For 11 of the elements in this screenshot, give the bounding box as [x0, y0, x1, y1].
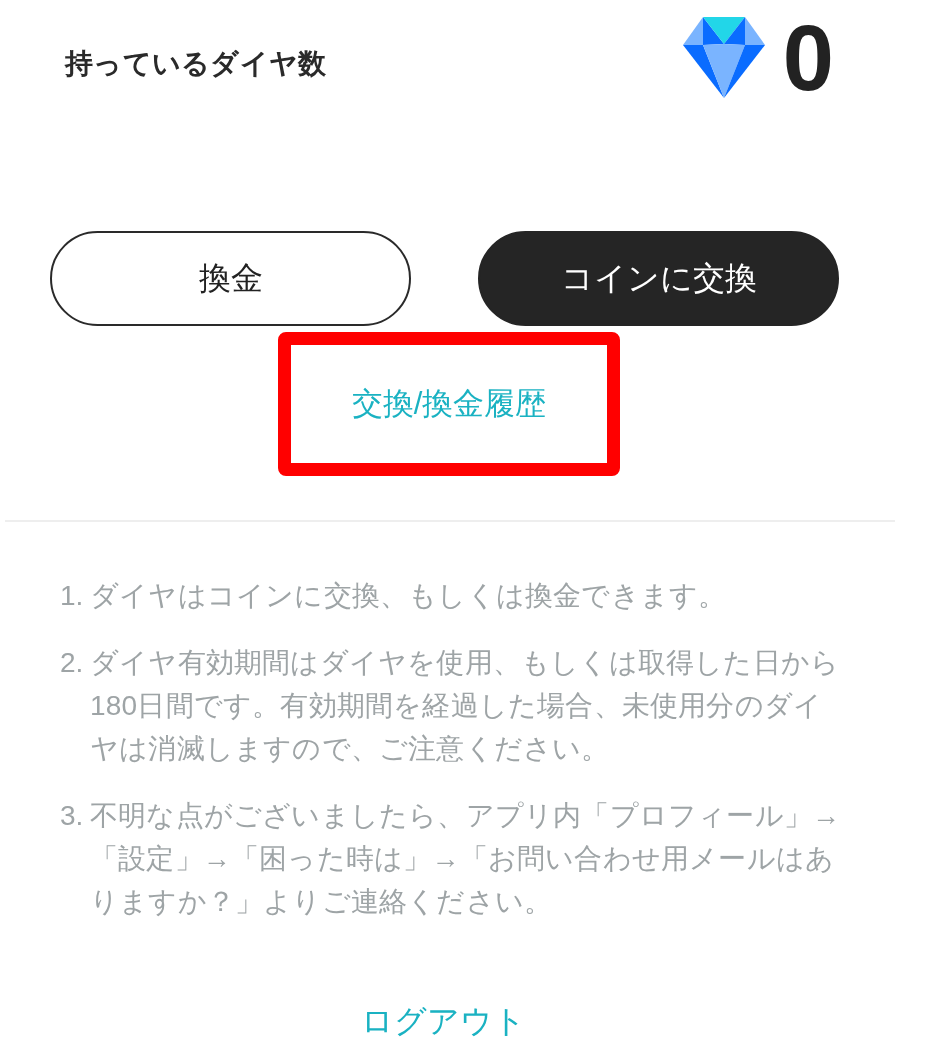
note-number: 3. — [60, 799, 85, 833]
diamond-count: 0 — [782, 11, 834, 104]
balance-label: 持っているダイヤ数 — [65, 46, 327, 81]
note-text: ダイヤ有効期間はダイヤを使用、もしくは取得した日から180日間です。有効期間を経過した場合、未使用分のダイヤは消滅しますので、ご注意ください。 — [90, 646, 841, 766]
note-text: 不明な点がございましたら、アプリ内「プロフィール」→「設定」→「困った時は」→「お問い合わせ用メールはありますか？」よりご連絡ください。 — [90, 799, 842, 919]
action-button[interactable]: 換金 — [50, 231, 411, 326]
note-text: ダイヤはコインに交換、もしくは換金できます。 — [90, 579, 728, 613]
diamond-icon — [682, 17, 765, 98]
action-button[interactable]: コインに交換 — [478, 231, 839, 326]
note-number: 1. — [60, 579, 85, 613]
note-number: 2. — [60, 646, 85, 680]
